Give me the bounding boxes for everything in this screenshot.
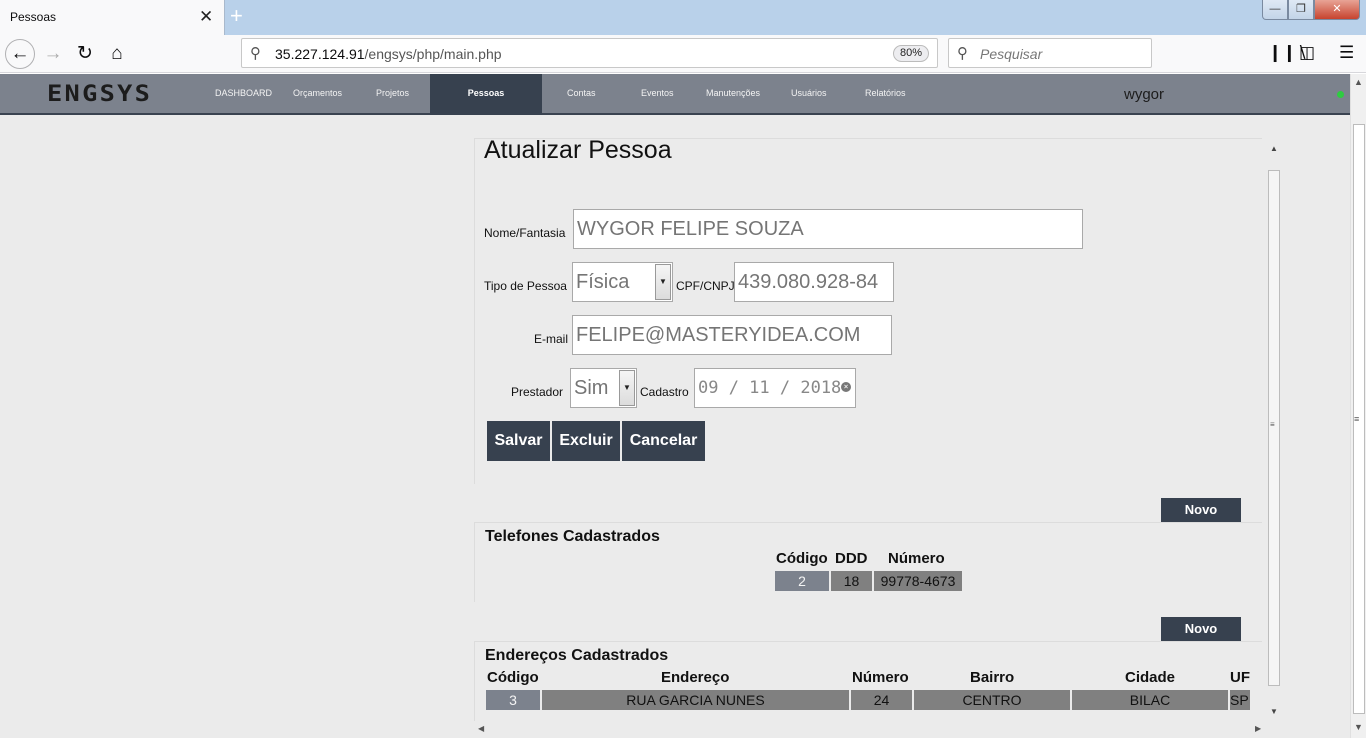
user-name[interactable]: wygor [1124,86,1164,103]
endereco-cell-endereco: RUA GARCIA NUNES [542,690,849,710]
menu-pessoas-label: Pessoas [467,88,505,98]
endereco-header-codigo: Código [487,669,539,686]
menu-projetos[interactable]: Projetos [376,88,409,98]
endereco-header-numero: Número [852,669,909,686]
forward-arrow-icon[interactable]: → [38,39,68,69]
menu-dashboard[interactable]: DASHBOARD [215,88,272,98]
scroll-down-icon[interactable]: ▼ [1354,722,1363,732]
zoom-level-badge[interactable]: 80% [893,45,929,62]
cpf-cnpj-label: CPF/CNPJ [676,279,735,293]
url-path: /engsys/php/main.php [364,46,502,62]
scroll-grip-icon: ≡ [1354,414,1360,424]
cadastro-date-value: 09 / 11 / 2018 [698,378,842,398]
prestador-label: Prestador [511,385,564,399]
new-tab-icon[interactable]: + [230,4,243,28]
endereco-header-uf: UF [1230,669,1250,686]
menu-relatorios[interactable]: Relatórios [865,88,906,98]
page-scrollbar[interactable]: ▲ ≡ ▼ [1350,74,1366,738]
endereco-header-cidade: Cidade [1125,669,1176,686]
close-tab-icon[interactable]: ✕ [199,7,213,27]
online-status-dot [1337,91,1344,98]
tipo-pessoa-select[interactable]: Física ▼ [572,262,673,302]
telefones-title: Telefones Cadastrados [485,528,660,545]
cpf-cnpj-input[interactable]: 439.080.928-84 [734,262,894,302]
tipo-pessoa-label: Tipo de Pessoa [484,279,567,293]
chevron-down-icon[interactable]: ▼ [655,264,671,300]
clear-date-icon[interactable]: × [841,382,851,392]
endereco-cell-bairro: CENTRO [914,690,1070,710]
scroll-left-icon[interactable]: ◀ [478,724,484,733]
novo-telefone-button[interactable]: Novo [1161,498,1241,522]
cadastro-date-input[interactable]: 09 / 11 / 2018 × [694,368,856,408]
menu-manutencoes[interactable]: Manutenções [706,88,760,98]
scroll-right-icon[interactable]: ▶ [1255,724,1261,733]
scroll-down-icon[interactable]: ▼ [1270,707,1278,716]
app-nav-bar: ENGSYS DASHBOARD Orçamentos Projetos Pes… [0,74,1350,115]
telefone-header-ddd: DDD [835,550,868,567]
content-scrollbar[interactable]: ▲ ≡ ▼ [1266,138,1282,720]
email-label: E-mail [534,332,569,346]
endereco-header-endereco: Endereço [661,669,730,686]
scroll-up-icon[interactable]: ▲ [1354,77,1363,87]
url-bar[interactable]: ⚲ 35.227.124.91/engsys/php/main.php 80% [241,38,938,68]
tipo-pessoa-value: Física [576,271,630,293]
tab-title: Pessoas [10,10,57,24]
scroll-up-icon[interactable]: ▲ [1270,144,1278,153]
cancelar-button[interactable]: Cancelar [622,421,705,461]
sidebar-icon[interactable]: ◫ [1299,43,1315,63]
page-title: Atualizar Pessoa [484,136,672,164]
menu-eventos[interactable]: Eventos [641,88,674,98]
prestador-value: Sim [574,377,609,399]
magnifier-icon: ⚲ [250,45,261,62]
minimize-window-button[interactable]: — [1262,0,1288,20]
engsys-logo[interactable]: ENGSYS [47,82,152,107]
chevron-down-icon[interactable]: ▼ [619,370,635,406]
reload-icon[interactable]: ↻ [70,39,100,69]
restore-window-button[interactable]: ❐ [1288,0,1314,20]
telefone-cell-numero: 99778-4673 [874,571,962,591]
prestador-select[interactable]: Sim ▼ [570,368,637,408]
email-input[interactable]: FELIPE@MASTERYIDEA.COM [572,315,892,355]
endereco-cell-codigo[interactable]: 3 [486,690,540,710]
nome-input[interactable]: WYGOR FELIPE SOUZA [573,209,1083,249]
browser-tab-bar: Pessoas ✕ + — ❐ ✕ [0,0,1366,35]
telefone-header-numero: Número [888,550,945,567]
search-placeholder: Pesquisar [980,46,1043,62]
endereco-cell-uf: SP [1230,690,1250,710]
menu-orcamentos[interactable]: Orçamentos [293,88,342,98]
url-host: 35.227.124.91 [275,46,365,62]
magnifier-icon: ⚲ [957,45,968,62]
excluir-button[interactable]: Excluir [552,421,620,461]
menu-usuarios[interactable]: Usuários [791,88,827,98]
browser-nav-bar: ← → ↻ ⌂ ⚲ 35.227.124.91/engsys/php/main.… [0,35,1366,73]
endereco-cell-cidade: BILAC [1072,690,1228,710]
hamburger-menu-icon[interactable]: ☰ [1339,43,1354,63]
url-text: 35.227.124.91/engsys/php/main.php [275,46,502,62]
telefone-cell-ddd: 18 [831,571,872,591]
telefone-header-codigo: Código [776,550,828,567]
browser-search-input[interactable]: ⚲ Pesquisar [948,38,1152,68]
back-arrow-icon[interactable]: ← [5,39,35,69]
home-icon[interactable]: ⌂ [102,39,132,69]
salvar-button[interactable]: Salvar [487,421,550,461]
menu-pessoas-active[interactable]: Pessoas [430,74,542,115]
endereco-cell-numero: 24 [851,690,912,710]
scroll-grip-icon: ≡ [1270,420,1275,429]
nome-label: Nome/Fantasia [484,226,566,240]
cadastro-label: Cadastro [640,385,689,399]
telefone-cell-codigo[interactable]: 2 [775,571,829,591]
browser-tab[interactable]: Pessoas ✕ [0,0,225,35]
enderecos-title: Endereços Cadastrados [485,647,669,664]
close-window-button[interactable]: ✕ [1314,0,1360,20]
menu-contas[interactable]: Contas [567,88,596,98]
endereco-header-bairro: Bairro [970,669,1015,686]
novo-endereco-button[interactable]: Novo [1161,617,1241,641]
